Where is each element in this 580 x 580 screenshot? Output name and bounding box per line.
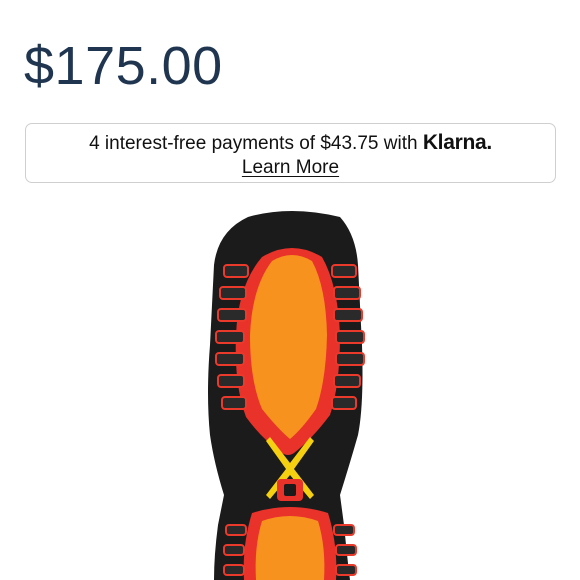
product-price: $175.00: [24, 36, 223, 96]
tread-lugs-right: [331, 264, 365, 410]
klarna-learn-more-line: Learn More: [26, 156, 555, 179]
heel-orange: [255, 516, 325, 580]
klarna-message-line: 4 interest-free payments of $43.75 with …: [26, 131, 555, 156]
product-page: $175.00 4 interest-free payments of $43.…: [0, 0, 580, 580]
klarna-banner: 4 interest-free payments of $43.75 with …: [25, 123, 556, 183]
boot-sole-image: [208, 211, 365, 580]
klarna-message: 4 interest-free payments of $43.75 with: [89, 133, 423, 154]
product-image[interactable]: [0, 195, 580, 580]
learn-more-link[interactable]: Learn More: [242, 157, 339, 178]
tread-lugs-left: [215, 264, 249, 410]
klarna-logo: Klarna.: [422, 131, 492, 154]
